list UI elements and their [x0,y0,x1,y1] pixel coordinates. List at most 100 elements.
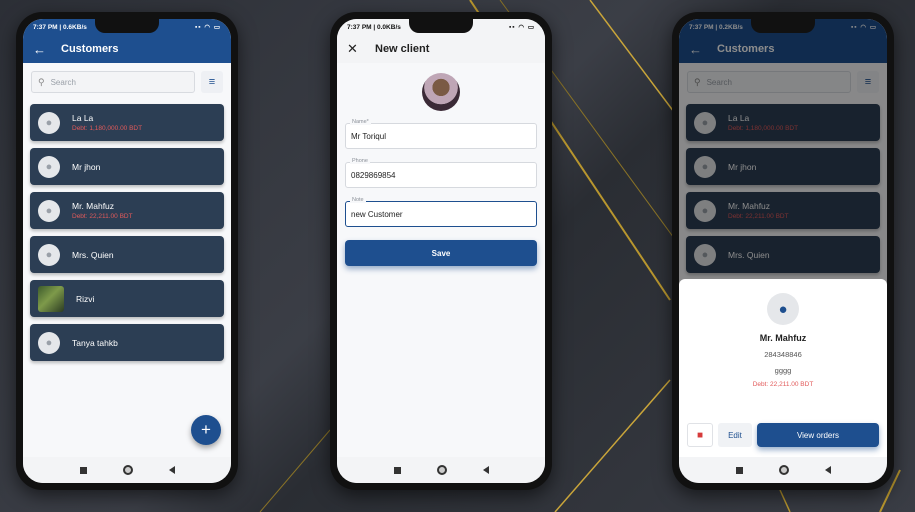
back-nav-icon[interactable] [482,466,489,474]
phone-new-client: 7:37 PM | 0.0KB/s ▪▪ ◠ ▭ ✕ New client Na… [330,12,552,490]
customer-debt: Debt: 1,180,000.00 BDT [728,125,799,132]
customer-name: La La [72,113,94,123]
list-item[interactable]: ● Mr. Mahfuz Debt: 22,211.00 BDT [686,192,880,229]
app-bar: ← Customers [679,35,887,63]
add-customer-button[interactable]: + [191,415,221,445]
camera-notch [751,19,815,33]
status-icons: ▪▪ ◠ ▭ [508,24,535,31]
back-nav-icon[interactable] [168,466,175,474]
client-form: Name* Mr Toriqul Phone 0829869854 Note n… [337,73,545,266]
status-icons: ▪▪ ◠ ▭ [850,24,877,31]
status-time: 7:37 PM [347,23,372,31]
list-item[interactable]: ● La La Debt: 1,180,000.00 BDT [686,104,880,141]
customer-name: Mr. Mahfuz [728,201,771,211]
status-icons: ▪▪ ◠ ▭ [194,24,221,31]
person-icon: ● [38,243,60,266]
status-time: 7:37 PM [689,23,714,31]
trash-icon[interactable]: ■ [687,423,713,447]
person-icon: ● [694,155,716,178]
customer-list: ● La La Debt: 1,180,000.00 BDT ● Mr jhon… [679,104,887,273]
person-icon: ● [38,331,60,354]
note-field[interactable]: Note new Customer [345,197,537,227]
person-icon: ● [38,155,60,178]
status-speed: 0.0KB/s [377,23,401,31]
list-item[interactable]: ● La La Debt: 1,180,000.00 BDT [30,104,224,141]
back-nav-icon[interactable] [824,466,831,474]
filter-icon[interactable]: ≡ [201,71,223,93]
avatar[interactable] [422,73,460,111]
customer-detail-screen: 7:37 PM | 0.2KB/s ▪▪ ◠ ▭ ← Customers ⚲ S… [679,19,887,483]
field-value: 0829869854 [351,170,396,180]
search-input[interactable]: ⚲ Search [687,71,851,93]
field-value: new Customer [351,209,403,219]
arrow-left-icon[interactable]: ← [689,42,711,57]
customer-name: Rizvi [76,293,95,304]
home-icon[interactable] [122,465,133,475]
phone-customer-detail: 7:37 PM | 0.2KB/s ▪▪ ◠ ▭ ← Customers ⚲ S… [672,12,894,490]
filter-icon[interactable]: ≡ [857,71,879,93]
detail-note: gggg [774,366,792,375]
list-item[interactable]: ● Mrs. Quien [686,236,880,273]
recent-apps-icon[interactable] [393,466,401,474]
field-value: Mr Toriqul [351,131,386,141]
status-speed: 0.2KB/s [719,23,743,31]
list-item[interactable]: Rizvi [30,280,224,317]
person-icon: ● [38,199,60,222]
list-item[interactable]: ● Mrs. Quien [30,236,224,273]
edit-button[interactable]: Edit [718,423,752,447]
arrow-left-icon[interactable]: ← [33,42,55,57]
system-nav-bar [23,457,231,483]
status-speed: 0.6KB/s [63,23,87,31]
home-icon[interactable] [436,465,447,475]
person-icon: ● [694,111,716,134]
detail-phone: 284348846 [764,350,802,359]
person-icon: ● [767,293,799,325]
list-item[interactable]: ● Mr. Mahfuz Debt: 22,211.00 BDT [30,192,224,229]
customer-debt: Debt: 22,211.00 BDT [72,213,133,220]
customer-name: Mr jhon [728,161,757,172]
page-title: Customers [717,43,775,55]
detail-debt: Debt: 22,211.00 BDT [752,381,814,388]
page-title: Customers [61,43,119,55]
person-icon: ● [38,111,60,134]
status-time: 7:37 PM [33,23,58,31]
save-button[interactable]: Save [345,240,537,266]
avatar [38,285,64,312]
home-icon[interactable] [778,465,789,475]
list-item[interactable]: ● Tanya tahkb [30,324,224,361]
customer-name: Mrs. Quien [72,249,114,260]
customer-debt: Debt: 1,180,000.00 BDT [72,125,143,132]
system-nav-bar [337,457,545,483]
field-label: Name* [350,119,371,125]
customers-screen: 7:37 PM | 0.6KB/s ▪▪ ◠ ▭ ← Customers ⚲ S… [23,19,231,483]
view-orders-button[interactable]: View orders [757,423,879,447]
search-input[interactable]: ⚲ Search [31,71,195,93]
customer-name: Mr. Mahfuz [72,201,115,211]
customer-name: Tanya tahkb [72,337,118,348]
customer-list: ● La La Debt: 1,180,000.00 BDT ● Mr jhon… [23,104,231,361]
customer-name: Mr jhon [72,161,101,172]
search-icon: ⚲ [38,76,45,87]
phone-field[interactable]: Phone 0829869854 [345,158,537,188]
app-bar: ✕ New client [337,35,545,63]
system-nav-bar [679,457,887,483]
field-label: Note [350,197,366,203]
detail-name: Mr. Mahfuz [759,333,807,343]
list-item[interactable]: ● Mr jhon [686,148,880,185]
name-field[interactable]: Name* Mr Toriqul [345,119,537,149]
person-icon: ● [694,243,716,266]
customer-detail-sheet: ● Mr. Mahfuz 284348846 gggg Debt: 22,211… [679,279,887,457]
customer-name: La La [728,113,750,123]
camera-notch [409,19,473,33]
recent-apps-icon[interactable] [735,466,743,474]
list-item[interactable]: ● Mr jhon [30,148,224,185]
camera-notch [95,19,159,33]
recent-apps-icon[interactable] [79,466,87,474]
search-icon: ⚲ [694,76,701,87]
close-icon[interactable]: ✕ [347,41,369,57]
customer-debt: Debt: 22,211.00 BDT [728,213,789,220]
search-placeholder: Search [706,77,732,87]
search-placeholder: Search [50,77,76,87]
page-title: New client [375,43,430,55]
app-bar: ← Customers [23,35,231,63]
